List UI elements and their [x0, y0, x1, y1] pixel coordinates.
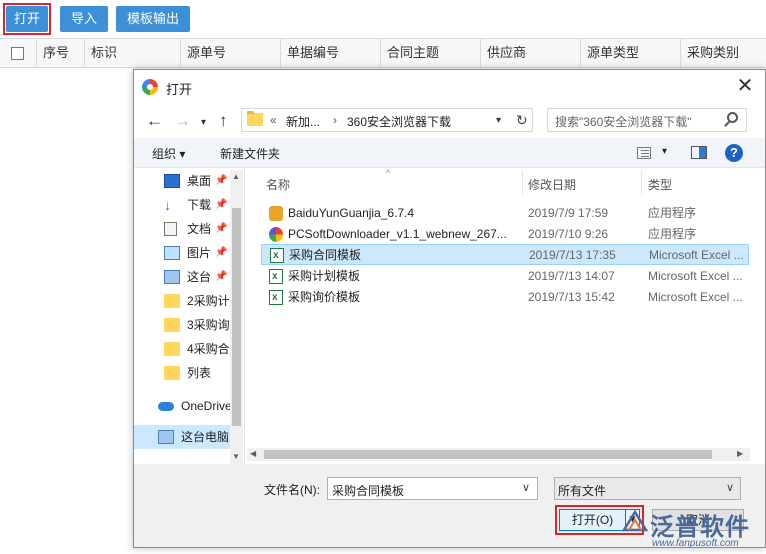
file-row[interactable]: PCSoftDownloader_v1.1_webnew_267... 2019…: [261, 224, 749, 245]
search-box[interactable]: 搜索"360安全浏览器下载": [547, 108, 747, 132]
column-header[interactable]: 源单号: [180, 39, 280, 67]
excel-file-icon: [270, 245, 284, 266]
nav-pane-scrollbar[interactable]: ▲ ▼: [230, 170, 243, 464]
view-dropdown-icon[interactable]: ▾: [662, 146, 667, 157]
column-header-date[interactable]: 修改日期: [528, 176, 576, 193]
column-header[interactable]: 合同主题: [380, 39, 480, 67]
column-header[interactable]: 采购类别: [680, 39, 766, 67]
search-placeholder: 搜索"360安全浏览器下载": [555, 115, 692, 129]
chevron-down-icon[interactable]: ∨: [522, 481, 530, 494]
scroll-right-icon[interactable]: ▶: [737, 449, 743, 458]
filename-label: 文件名(N):: [264, 483, 320, 497]
column-divider[interactable]: [641, 170, 642, 195]
forward-arrow-icon[interactable]: →: [174, 111, 191, 131]
column-header-name[interactable]: 名称: [266, 176, 290, 193]
address-bar[interactable]: « 新加... › 360安全浏览器下载 ▾: [241, 108, 533, 132]
file-row[interactable]: 采购计划模板 2019/7/13 14:07 Microsoft Excel .…: [261, 266, 749, 287]
column-header[interactable]: 供应商: [480, 39, 580, 67]
scroll-up-icon[interactable]: ▲: [232, 172, 240, 181]
preview-pane-icon[interactable]: [691, 146, 707, 159]
close-icon[interactable]: ✕: [730, 74, 760, 100]
breadcrumb-part[interactable]: 360安全浏览器下载: [347, 113, 451, 130]
pin-icon: 📌: [215, 199, 228, 210]
column-header[interactable]: 标识: [84, 39, 180, 67]
filetype-value: 所有文件: [558, 484, 607, 498]
watermark-url: www.fanpusoft.com: [652, 538, 739, 549]
app-toolbar: 打开 导入 模板输出: [0, 0, 766, 38]
folder-icon: [247, 111, 263, 126]
export-template-button[interactable]: 模板输出: [116, 6, 190, 32]
new-folder-button[interactable]: 新建文件夹: [220, 145, 280, 162]
dialog-title: 打开: [166, 82, 193, 97]
dialog-titlebar: 打开 ✕: [134, 70, 765, 104]
scroll-left-icon[interactable]: ◀: [250, 449, 256, 458]
file-row[interactable]: BaiduYunGuanjia_6.7.4 2019/7/9 17:59 应用程…: [261, 203, 749, 224]
scrollbar-thumb[interactable]: [232, 208, 241, 426]
desktop-icon: [164, 174, 180, 188]
table-header: 序号 标识 源单号 单据编号 合同主题 供应商 源单类型 采购类别: [0, 38, 766, 68]
chevron-down-icon[interactable]: ∨: [726, 481, 734, 494]
computer-icon: [164, 270, 180, 284]
help-icon[interactable]: ?: [725, 144, 743, 162]
breadcrumb-separator: ›: [333, 113, 337, 127]
scroll-down-icon[interactable]: ▼: [232, 452, 240, 461]
column-header-type[interactable]: 类型: [648, 176, 672, 193]
organize-button[interactable]: 组织 ▾: [152, 145, 185, 162]
open-file-dialog: 打开 ✕ ← → ▾ ↑ « 新加... › 360安全浏览器下载 ▾ ↻ 搜索…: [133, 69, 766, 548]
scrollbar-thumb[interactable]: [264, 450, 712, 459]
folder-icon: [164, 342, 180, 356]
app-icon: [269, 227, 283, 242]
picture-icon: [164, 246, 180, 260]
address-dropdown-icon[interactable]: ▾: [496, 111, 501, 131]
back-arrow-icon[interactable]: ←: [146, 111, 163, 131]
column-divider[interactable]: [522, 170, 523, 195]
watermark-brand: 泛普软件: [650, 514, 750, 541]
folder-icon: [164, 318, 180, 332]
folder-icon: [164, 294, 180, 308]
file-row[interactable]: 采购询价模板 2019/7/13 15:42 Microsoft Excel .…: [261, 287, 749, 308]
navigation-row: ← → ▾ ↑ « 新加... › 360安全浏览器下载 ▾ ↻ 搜索"360安…: [134, 104, 765, 138]
search-icon[interactable]: [727, 112, 738, 123]
excel-file-icon: [269, 266, 283, 287]
document-icon: [164, 222, 177, 236]
pin-icon: 📌: [215, 271, 228, 282]
column-header[interactable]: 源单类型: [580, 39, 680, 67]
pin-icon: 📌: [215, 175, 228, 186]
computer-icon: [158, 430, 174, 444]
app-icon: [269, 206, 283, 221]
navigation-pane: 桌面 📌 ↓ 下载 📌 文档 📌 图片 📌 这台 📌 2采购计 3采购询 4采购…: [134, 170, 242, 464]
select-all-checkbox[interactable]: [11, 47, 24, 60]
download-icon: ↓: [164, 197, 171, 213]
filename-input[interactable]: 采购合同模板 ∨: [327, 477, 538, 500]
command-bar: 组织 ▾ 新建文件夹 ▾ ?: [134, 138, 765, 168]
file-list-hscrollbar[interactable]: ◀ ▶: [247, 448, 750, 461]
column-header[interactable]: 单据编号: [280, 39, 380, 67]
recent-locations-icon[interactable]: ▾: [201, 113, 206, 133]
pane-divider[interactable]: [244, 170, 245, 464]
pin-icon: 📌: [215, 247, 228, 258]
pin-icon: 📌: [215, 223, 228, 234]
address-overflow[interactable]: «: [270, 113, 277, 127]
breadcrumb-part[interactable]: 新加...: [286, 113, 320, 130]
filename-value[interactable]: 采购合同模板: [332, 482, 404, 499]
view-options-icon[interactable]: [637, 147, 651, 159]
filetype-select[interactable]: 所有文件 ∨: [554, 477, 741, 500]
column-header[interactable]: 序号: [36, 39, 84, 67]
cloud-icon: [158, 402, 174, 411]
open-file-button[interactable]: 打开(O): [559, 509, 626, 531]
file-row-selected[interactable]: 采购合同模板 2019/7/13 17:35 Microsoft Excel .…: [261, 244, 749, 266]
brand-logo-icon: [621, 509, 649, 532]
refresh-icon[interactable]: ↻: [516, 112, 528, 129]
browser-logo-icon: [142, 79, 158, 95]
up-arrow-icon[interactable]: ↑: [219, 111, 228, 131]
excel-file-icon: [269, 287, 283, 308]
watermark: 泛普软件 www.fanpusoft.com: [620, 505, 766, 554]
import-button[interactable]: 导入: [60, 6, 108, 32]
open-button[interactable]: 打开: [6, 6, 48, 32]
folder-icon: [164, 366, 180, 380]
sort-caret-icon: ^: [386, 168, 391, 178]
